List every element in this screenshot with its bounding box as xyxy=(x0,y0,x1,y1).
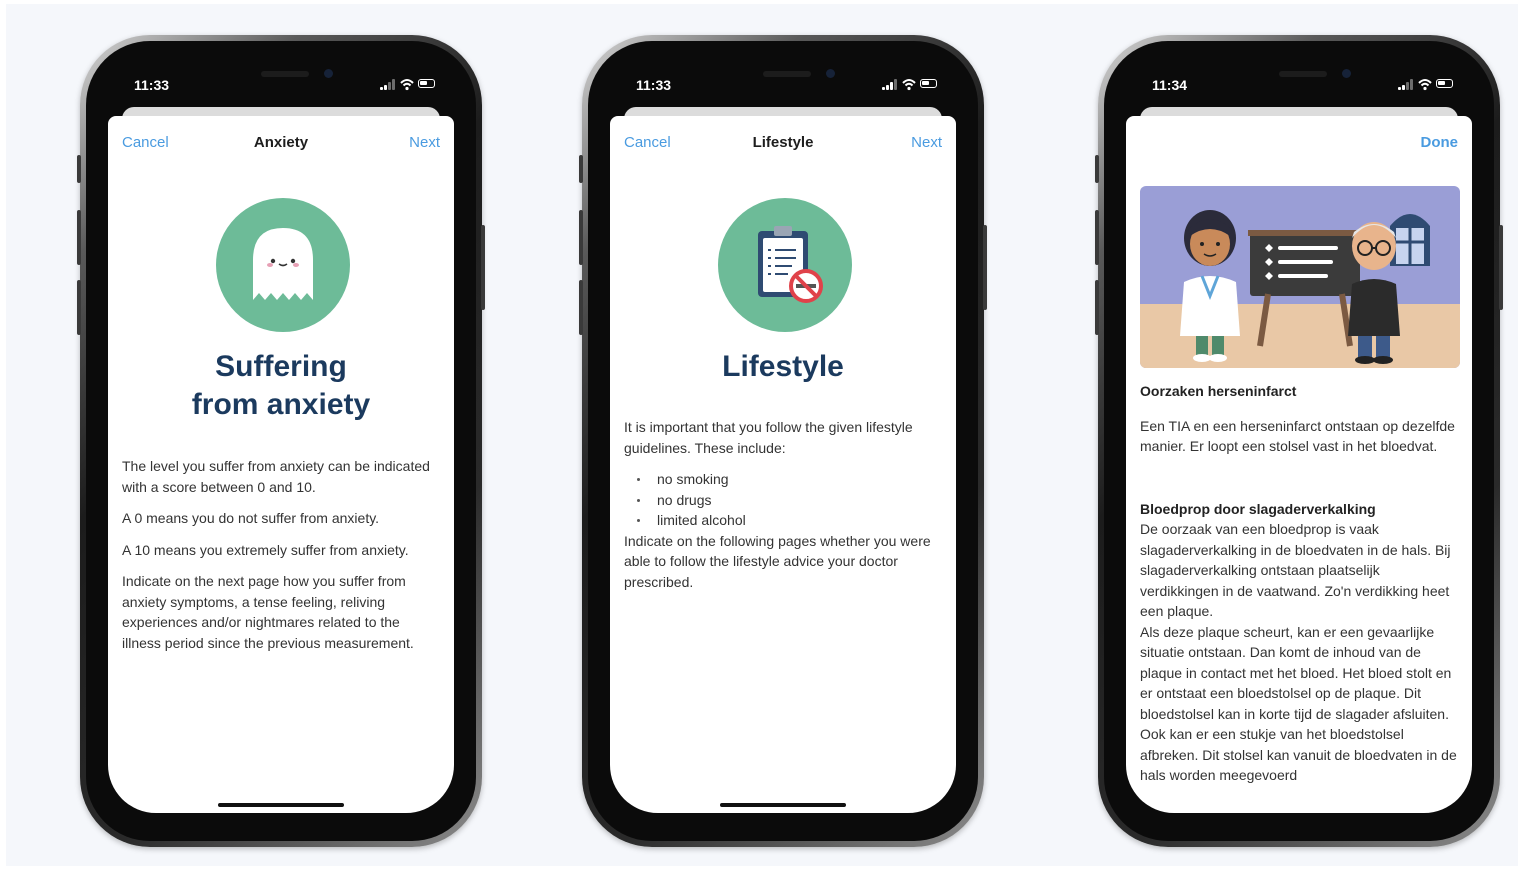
cancel-button[interactable]: Cancel xyxy=(122,134,169,151)
home-indicator[interactable] xyxy=(218,803,344,807)
title-line-1: Suffering xyxy=(215,350,347,383)
volume-up-button xyxy=(77,210,81,265)
mute-switch xyxy=(579,155,583,183)
cancel-button[interactable]: Cancel xyxy=(624,134,671,151)
phone-bezel: 11:33 Cancel Anxiety Next Suffering from… xyxy=(86,41,476,841)
description: The level you suffer from anxiety can be… xyxy=(122,456,436,664)
power-button xyxy=(983,225,987,310)
screen: Cancel Anxiety Next Suffering from anxie… xyxy=(108,116,454,813)
paragraph: A 0 means you do not suffer from anxiety… xyxy=(122,510,380,526)
front-camera xyxy=(324,69,333,78)
signal-icon xyxy=(1398,79,1414,90)
doctor-and-patient-illustration xyxy=(1140,186,1460,368)
signal-icon xyxy=(882,79,898,90)
speaker-grille xyxy=(261,71,309,77)
next-button[interactable]: Next xyxy=(409,134,440,151)
status-icons xyxy=(882,79,938,91)
mute-switch xyxy=(77,155,81,183)
ghost-icon xyxy=(216,198,350,332)
section-heading: Bloedprop door slagaderverkalking xyxy=(1140,500,1376,517)
guidelines-list: no smoking no drugs limited alcohol xyxy=(624,469,938,531)
phone-lifestyle: 11:33 Cancel Lifestyle Next Lifestyle It… xyxy=(579,35,987,847)
phone-bezel: 11:33 Cancel Lifestyle Next Lifestyle It… xyxy=(588,41,978,841)
status-time: 11:34 xyxy=(1152,77,1188,93)
wifi-icon xyxy=(400,79,414,91)
mute-switch xyxy=(1095,155,1099,183)
article-body: Oorzaken herseninfarct Een TIA en een he… xyxy=(1140,381,1462,786)
signal-icon xyxy=(380,79,396,90)
front-camera xyxy=(1342,69,1351,78)
wifi-icon xyxy=(902,79,916,91)
phone-anxiety: 11:33 Cancel Anxiety Next Suffering from… xyxy=(77,35,485,847)
front-camera xyxy=(826,69,835,78)
volume-down-button xyxy=(77,280,81,335)
status-time: 11:33 xyxy=(134,77,170,93)
wifi-icon xyxy=(1418,79,1432,91)
paragraph: Een TIA en een herseninfarct ontstaan op… xyxy=(1140,417,1455,455)
intro-text: It is important that you follow the give… xyxy=(624,419,913,456)
next-button[interactable]: Next xyxy=(911,134,942,151)
nav-title-text: Anxiety xyxy=(253,134,309,151)
done-button[interactable]: Done xyxy=(1421,134,1459,151)
volume-down-button xyxy=(579,280,583,335)
screen: Cancel Lifestyle Next Lifestyle It is im… xyxy=(610,116,956,813)
nav-title-text: Lifestyle xyxy=(752,134,814,151)
paragraph: Als deze plaque scheurt, kan er een geva… xyxy=(1140,623,1457,784)
list-item: no smoking xyxy=(624,469,938,490)
volume-up-button xyxy=(1095,210,1099,265)
volume-down-button xyxy=(1095,280,1099,335)
status-icons xyxy=(380,79,436,91)
page-title: Lifestyle xyxy=(722,350,844,383)
speaker-grille xyxy=(1279,71,1327,77)
power-button xyxy=(1499,225,1503,310)
title-line-2: from anxiety xyxy=(191,388,371,421)
phone-bezel: 11:34 Done Oorzaken herseninfarct Een TI… xyxy=(1104,41,1494,841)
clipboard-no-smoking-icon xyxy=(718,198,852,332)
power-button xyxy=(481,225,485,310)
battery-icon xyxy=(1436,79,1453,88)
battery-icon xyxy=(418,79,435,88)
status-time: 11:33 xyxy=(636,77,672,93)
screen: Done Oorzaken herseninfarct Een TIA en e… xyxy=(1126,116,1472,813)
outro-text: Indicate on the following pages whether … xyxy=(624,532,931,590)
list-item: limited alcohol xyxy=(624,510,938,531)
paragraph: A 10 means you extremely suffer from anx… xyxy=(122,541,409,558)
status-icons xyxy=(1398,79,1454,91)
section-heading: Oorzaken herseninfarct xyxy=(1140,383,1297,399)
battery-icon xyxy=(920,79,937,88)
description: It is important that you follow the give… xyxy=(624,417,938,603)
home-indicator[interactable] xyxy=(720,803,846,807)
paragraph: De oorzaak van een bloedprop is vaak sla… xyxy=(1140,521,1451,619)
paragraph: Indicate on the next page how you suffer… xyxy=(122,573,414,651)
list-item: no drugs xyxy=(624,490,938,511)
page-title: Suffering from anxiety xyxy=(108,348,454,424)
volume-up-button xyxy=(579,210,583,265)
speaker-grille xyxy=(763,71,811,77)
phone-article: 11:34 Done Oorzaken herseninfarct Een TI… xyxy=(1095,35,1503,847)
paragraph: The level you suffer from anxiety can be… xyxy=(122,458,430,495)
